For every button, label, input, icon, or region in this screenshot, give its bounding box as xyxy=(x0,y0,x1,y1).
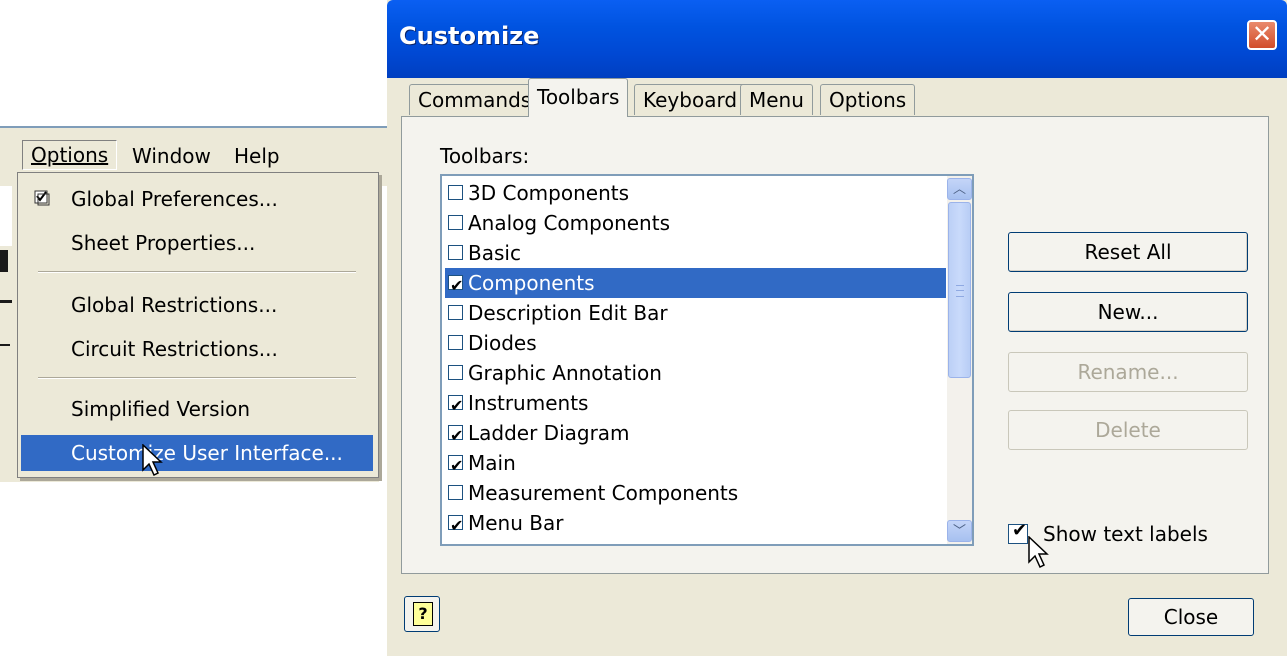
menu-help[interactable]: Help xyxy=(226,142,288,170)
list-item[interactable]: ✔ Ladder Diagram xyxy=(445,418,946,448)
list-item[interactable]: ✔ Components xyxy=(445,268,946,298)
toolbar-checkbox[interactable] xyxy=(448,365,463,380)
close-icon: ✕ xyxy=(1251,20,1273,48)
scrollbar-thumb[interactable] xyxy=(948,202,971,378)
scroll-up-button[interactable]: ︿ xyxy=(947,178,972,200)
list-item[interactable]: ✔ Menu Bar xyxy=(445,508,946,538)
delete-button[interactable]: Delete xyxy=(1008,410,1248,450)
mouse-cursor-icon xyxy=(142,444,163,477)
title-bar[interactable]: Customize ✕ xyxy=(387,0,1287,78)
list-item[interactable]: 3D Components xyxy=(445,178,946,208)
tab-strip: Commands Toolbars Keyboard Menu Options xyxy=(401,78,1271,118)
menu-item-simplified-version[interactable]: Simplified Version xyxy=(21,391,373,427)
close-button[interactable]: Close xyxy=(1128,598,1254,636)
checkmark-icon: ✔ xyxy=(450,456,464,475)
list-item[interactable]: Graphic Annotation xyxy=(445,358,946,388)
dialog-title: Customize xyxy=(399,22,540,50)
menu-item-customize-user-interface[interactable]: Customize User Interface... xyxy=(21,435,373,471)
mouse-cursor-icon xyxy=(1028,536,1049,569)
toolbars-listbox[interactable]: 3D Components Analog Components Basic ✔ … xyxy=(440,174,974,546)
toolbar-checkbox[interactable]: ✔ xyxy=(448,515,463,535)
checkmark-icon: ✔ xyxy=(450,426,464,445)
background-fragment xyxy=(379,186,387,482)
checkmark-icon: ✔ xyxy=(450,516,464,535)
show-text-labels-label: Show text labels xyxy=(1043,522,1208,546)
tab-keyboard[interactable]: Keyboard xyxy=(634,84,747,115)
menu-item-sheet-properties[interactable]: Sheet Properties... xyxy=(21,225,373,261)
tab-toolbars[interactable]: Toolbars xyxy=(528,78,629,117)
chevron-down-icon: ﹀ xyxy=(952,524,966,539)
background-fragment xyxy=(0,300,12,303)
menu-separator xyxy=(38,271,356,273)
options-dropdown-menu: Global Preferences... Sheet Properties..… xyxy=(17,172,379,478)
menu-screenshot: Options Window Help Global Preferences..… xyxy=(0,126,387,482)
show-text-labels-checkbox[interactable]: ✔ xyxy=(1008,520,1028,544)
help-icon: ? xyxy=(413,602,433,626)
toolbar-checkbox[interactable] xyxy=(448,305,463,320)
help-button[interactable]: ? xyxy=(404,596,440,632)
toolbar-checkbox[interactable]: ✔ xyxy=(448,425,463,445)
tab-options[interactable]: Options xyxy=(820,84,916,115)
list-item[interactable]: ✔ Instruments xyxy=(445,388,946,418)
checkmark-icon: ✔ xyxy=(450,276,464,295)
chevron-up-icon: ︿ xyxy=(952,182,966,197)
menu-options[interactable]: Options xyxy=(22,140,118,170)
list-item[interactable]: Diodes xyxy=(445,328,946,358)
scroll-down-button[interactable]: ﹀ xyxy=(947,520,972,542)
toolbar-checkbox[interactable] xyxy=(448,215,463,230)
list-item[interactable]: Description Edit Bar xyxy=(445,298,946,328)
rename-button[interactable]: Rename... xyxy=(1008,352,1248,392)
toolbars-scrollbar[interactable]: ︿ ﹀ xyxy=(947,176,972,544)
toolbar-checkbox[interactable] xyxy=(448,335,463,350)
list-item[interactable]: Analog Components xyxy=(445,208,946,238)
background-fragment xyxy=(0,186,12,246)
tab-menu[interactable]: Menu xyxy=(740,84,813,115)
menu-item-circuit-restrictions[interactable]: Circuit Restrictions... xyxy=(21,331,373,367)
toolbar-checkbox[interactable]: ✔ xyxy=(448,275,463,295)
new-button[interactable]: New... xyxy=(1008,292,1248,332)
list-item[interactable]: Basic xyxy=(445,238,946,268)
toolbar-checkbox[interactable]: ✔ xyxy=(448,395,463,415)
global-preferences-icon xyxy=(34,190,50,206)
menu-item-global-restrictions[interactable]: Global Restrictions... xyxy=(21,287,373,323)
toolbar-checkbox[interactable] xyxy=(448,245,463,260)
list-item[interactable]: Measurement Components xyxy=(445,478,946,508)
menu-separator xyxy=(38,377,356,379)
list-item[interactable]: ✔ Main xyxy=(445,448,946,478)
toolbars-list-label: Toolbars: xyxy=(440,144,530,168)
toolbar-checkbox[interactable] xyxy=(448,485,463,500)
background-fragment xyxy=(0,250,8,272)
title-close-button[interactable]: ✕ xyxy=(1247,20,1277,50)
menu-window[interactable]: Window xyxy=(124,142,219,170)
checkmark-icon: ✔ xyxy=(1012,520,1028,541)
reset-all-button[interactable]: Reset All xyxy=(1008,232,1248,272)
checkmark-icon: ✔ xyxy=(450,396,464,415)
toolbar-checkbox[interactable] xyxy=(448,185,463,200)
menu-item-global-preferences[interactable]: Global Preferences... xyxy=(21,181,373,217)
grip-icon xyxy=(956,285,964,297)
tab-commands[interactable]: Commands xyxy=(409,84,541,115)
background-fragment xyxy=(0,344,10,346)
toolbar-checkbox[interactable]: ✔ xyxy=(448,455,463,475)
